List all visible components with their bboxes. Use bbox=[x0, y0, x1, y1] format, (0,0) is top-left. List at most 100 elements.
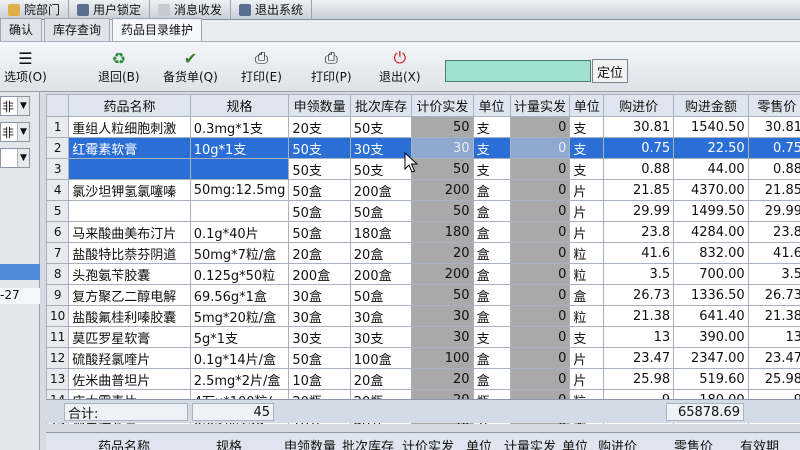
cell-spec[interactable]: 69.56g*1盒 bbox=[189, 284, 290, 306]
lower-column-header[interactable]: 计量实发 bbox=[504, 436, 556, 450]
cell-price-qty[interactable]: 20 bbox=[411, 368, 474, 390]
cell-meas-qty[interactable]: 0 bbox=[509, 116, 571, 138]
cell-retail[interactable]: 23.47 bbox=[747, 347, 800, 369]
cell-price-qty[interactable]: 50 bbox=[411, 116, 474, 138]
cell-buy[interactable]: 29.99 bbox=[603, 200, 675, 222]
cell-name[interactable]: 佐米曲普坦片 bbox=[68, 368, 191, 390]
cell-amount[interactable]: 641.40 bbox=[673, 305, 749, 327]
filter-dropdown-3[interactable]: ▼ bbox=[0, 148, 30, 168]
cell-unit2[interactable]: 片 bbox=[569, 200, 605, 222]
return-button[interactable]: ♻ 退回(B) bbox=[98, 48, 140, 85]
cell-retail[interactable]: 13 bbox=[747, 326, 800, 348]
cell-name[interactable]: 莫匹罗星软膏 bbox=[68, 326, 191, 348]
cell-price-qty[interactable]: 100 bbox=[411, 347, 474, 369]
column-header[interactable]: 药品名称 bbox=[68, 94, 191, 117]
cell-req[interactable]: 30盒 bbox=[288, 305, 351, 327]
cell-amount[interactable]: 4284.00 bbox=[673, 221, 749, 243]
cell-retail[interactable]: 21.38 bbox=[747, 305, 800, 327]
cell-batch[interactable]: 50支 bbox=[349, 158, 413, 180]
cell-buy[interactable]: 41.6 bbox=[603, 242, 675, 264]
cell-batch[interactable]: 50盒 bbox=[349, 200, 413, 222]
cell-buy[interactable]: 26.73 bbox=[603, 284, 675, 306]
cell-name[interactable]: 盐酸氟桂利嗪胶囊 bbox=[68, 305, 191, 327]
column-header[interactable]: 购进价 bbox=[603, 94, 675, 117]
table-row[interactable]: 13 佐米曲普坦片 2.5mg*2片/盒 10盒 20盒 20 盒 0 片 25.98 519.60… bbox=[46, 368, 800, 390]
cell-amount[interactable]: 44.00 bbox=[673, 158, 749, 180]
cell-req[interactable]: 30盒 bbox=[288, 284, 351, 306]
cell-req[interactable]: 30支 bbox=[288, 326, 351, 348]
lower-column-header[interactable]: 批次库存 bbox=[342, 436, 394, 450]
cell-meas-qty[interactable]: 0 bbox=[509, 347, 571, 369]
cell-req[interactable]: 50盒 bbox=[288, 221, 351, 243]
row-number[interactable]: 12 bbox=[46, 347, 70, 369]
tab-2[interactable]: 药品目录维护 bbox=[112, 18, 203, 41]
cell-amount[interactable]: 1499.50 bbox=[673, 200, 749, 222]
table-row[interactable]: 7 盐酸特比萘芬阴道 50mg*7粒/盒 20盒 20盒 20 盒 0 粒 41.6 832.00 4… bbox=[46, 242, 800, 264]
cell-retail[interactable]: 0.88 bbox=[747, 158, 800, 180]
table-row[interactable]: 10 盐酸氟桂利嗪胶囊 5mg*20粒/盒 30盒 30盒 30 盒 0 粒 21.38 641.4… bbox=[46, 305, 800, 327]
row-number[interactable]: 9 bbox=[46, 284, 70, 306]
print-e-button[interactable]: ⎙ 打印(E) bbox=[241, 48, 282, 85]
menu-item-message[interactable]: 消息收发 bbox=[150, 0, 232, 20]
cell-batch[interactable]: 200盒 bbox=[349, 179, 413, 201]
lower-column-header[interactable]: 单位 bbox=[562, 436, 588, 450]
cell-buy[interactable]: 30.81 bbox=[603, 116, 675, 138]
cell-retail[interactable]: 41.6 bbox=[747, 242, 800, 264]
cell-unit2[interactable]: 支 bbox=[569, 116, 605, 138]
cell-unit1[interactable]: 盒 bbox=[472, 368, 511, 390]
column-header[interactable]: 规格 bbox=[189, 94, 290, 117]
cell-batch[interactable]: 50支 bbox=[349, 116, 413, 138]
table-row[interactable]: 5 50盒 50盒 50 盒 0 片 29.99 1499.50 29.99 bbox=[46, 200, 800, 222]
cell-amount[interactable]: 390.00 bbox=[673, 326, 749, 348]
cell-amount[interactable]: 700.00 bbox=[673, 263, 749, 285]
cell-retail[interactable]: 29.99 bbox=[747, 200, 800, 222]
filter-dropdown-2[interactable]: 非 ▼ bbox=[0, 122, 30, 142]
column-header[interactable]: 批次库存 bbox=[349, 94, 413, 117]
cell-batch[interactable]: 30支 bbox=[349, 326, 413, 348]
lower-column-header[interactable]: 单位 bbox=[466, 436, 492, 450]
cell-buy[interactable]: 0.88 bbox=[603, 158, 675, 180]
cell-retail[interactable]: 23.8 bbox=[747, 221, 800, 243]
row-number[interactable]: 7 bbox=[46, 242, 70, 264]
cell-amount[interactable]: 2347.00 bbox=[673, 347, 749, 369]
cell-name[interactable]: 头孢氨苄胶囊 bbox=[68, 263, 191, 285]
column-header[interactable]: 计量实发 bbox=[509, 94, 571, 117]
cell-name[interactable]: 复方聚乙二醇电解 bbox=[68, 284, 191, 306]
cell-spec[interactable]: 5g*1支 bbox=[189, 326, 290, 348]
cell-price-qty[interactable]: 50 bbox=[411, 200, 474, 222]
cell-unit1[interactable]: 支 bbox=[472, 326, 511, 348]
table-row[interactable]: 6 马来酸曲美布汀片 0.1g*40片 50盒 180盒 180 盒 0 片 23.8 4284.0… bbox=[46, 221, 800, 243]
table-row[interactable]: 3 50支 50支 50 支 0 支 0.88 44.00 0.88 bbox=[46, 158, 800, 180]
cell-req[interactable]: 200盒 bbox=[288, 263, 351, 285]
cell-name[interactable] bbox=[68, 158, 191, 180]
exit-button[interactable]: ⏻ 退出(X) bbox=[379, 48, 421, 85]
filter-dropdown-1[interactable]: 非 ▼ bbox=[0, 96, 30, 116]
cell-name[interactable]: 红霉素软膏 bbox=[68, 137, 191, 159]
cell-retail[interactable]: 26.73 bbox=[747, 284, 800, 306]
print-p-button[interactable]: ⎙ 打印(P) bbox=[311, 48, 352, 85]
row-number[interactable]: 5 bbox=[46, 200, 70, 222]
cell-req[interactable]: 50支 bbox=[288, 158, 351, 180]
stock-list-button[interactable]: ✔ 备货单(Q) bbox=[163, 48, 218, 85]
cell-meas-qty[interactable]: 0 bbox=[509, 221, 571, 243]
cell-spec[interactable]: 0.125g*50粒 bbox=[189, 263, 290, 285]
cell-meas-qty[interactable]: 0 bbox=[509, 305, 571, 327]
table-row[interactable]: 11莫匹罗星软膏5g*1支30支30支30支0支13390.0013 bbox=[46, 326, 800, 348]
lower-column-header[interactable]: 规格 bbox=[216, 436, 242, 450]
cell-unit2[interactable]: 粒 bbox=[569, 305, 605, 327]
cell-unit1[interactable]: 盒 bbox=[472, 305, 511, 327]
cell-batch[interactable]: 20盒 bbox=[349, 242, 413, 264]
cell-batch[interactable]: 30盒 bbox=[349, 305, 413, 327]
cell-buy[interactable]: 13 bbox=[603, 326, 675, 348]
table-row[interactable]: 8 头孢氨苄胶囊 0.125g*50粒 200盒 200盒 200 盒 0 粒 3.5 700.00… bbox=[46, 263, 800, 285]
cell-spec[interactable]: 0.1g*40片 bbox=[189, 221, 290, 243]
cell-name[interactable] bbox=[68, 200, 191, 222]
cell-batch[interactable]: 20盒 bbox=[349, 368, 413, 390]
table-row[interactable]: 12 硫酸羟氯喹片 0.1g*14片/盒 50盒 100盒 100 盒 0 片 23.47 2347… bbox=[46, 347, 800, 369]
cell-unit2[interactable]: 盒 bbox=[569, 284, 605, 306]
menu-item-lock[interactable]: 用户锁定 bbox=[69, 0, 151, 20]
cell-req[interactable]: 50盒 bbox=[288, 200, 351, 222]
cell-batch[interactable]: 200盒 bbox=[349, 263, 413, 285]
row-number[interactable]: 10 bbox=[46, 305, 70, 327]
cell-price-qty[interactable]: 30 bbox=[411, 137, 474, 159]
